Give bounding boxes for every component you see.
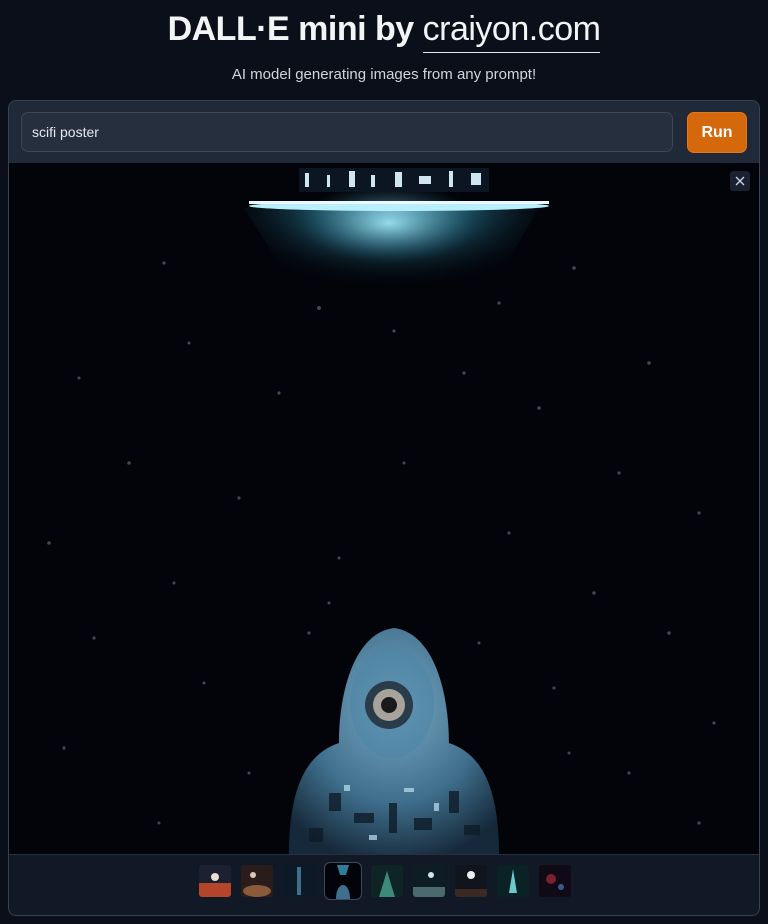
craiyon-link[interactable]: craiyon.com [422,10,601,53]
thumbnail-5-image [371,865,403,897]
thumbnail-6-image [413,865,445,897]
thumbnail-4-image [325,863,361,899]
thumbnail-7[interactable] [455,865,487,897]
thumbnail-6[interactable] [413,865,445,897]
thumbnail-8-image [497,865,529,897]
thumbnail-5[interactable] [371,865,403,897]
thumbnail-8[interactable] [497,865,529,897]
generated-image [9,163,759,854]
main-panel: Run [8,100,760,916]
thumbnail-3-image [283,865,315,897]
close-button[interactable] [730,171,750,191]
image-viewer [9,163,759,854]
thumbnail-7-image [455,865,487,897]
header: DALL·E mini by craiyon.com AI model gene… [0,0,768,100]
thumbnail-2[interactable] [241,865,273,897]
prompt-input[interactable] [21,112,673,152]
thumbnail-4[interactable] [324,862,362,900]
thumbnail-9-image [539,865,571,897]
thumbnail-1-image [199,865,231,897]
run-button[interactable]: Run [687,112,747,153]
close-icon [735,176,745,186]
thumbnail-9[interactable] [539,865,571,897]
thumbnail-3[interactable] [283,865,315,897]
thumbnail-gallery [9,854,759,915]
title-main: DALL·E mini by [167,10,415,48]
thumbnail-1[interactable] [199,865,231,897]
page-title: DALL·E mini by craiyon.com [0,10,768,53]
thumbnail-2-image [241,865,273,897]
page-subtitle: AI model generating images from any prom… [231,66,537,83]
